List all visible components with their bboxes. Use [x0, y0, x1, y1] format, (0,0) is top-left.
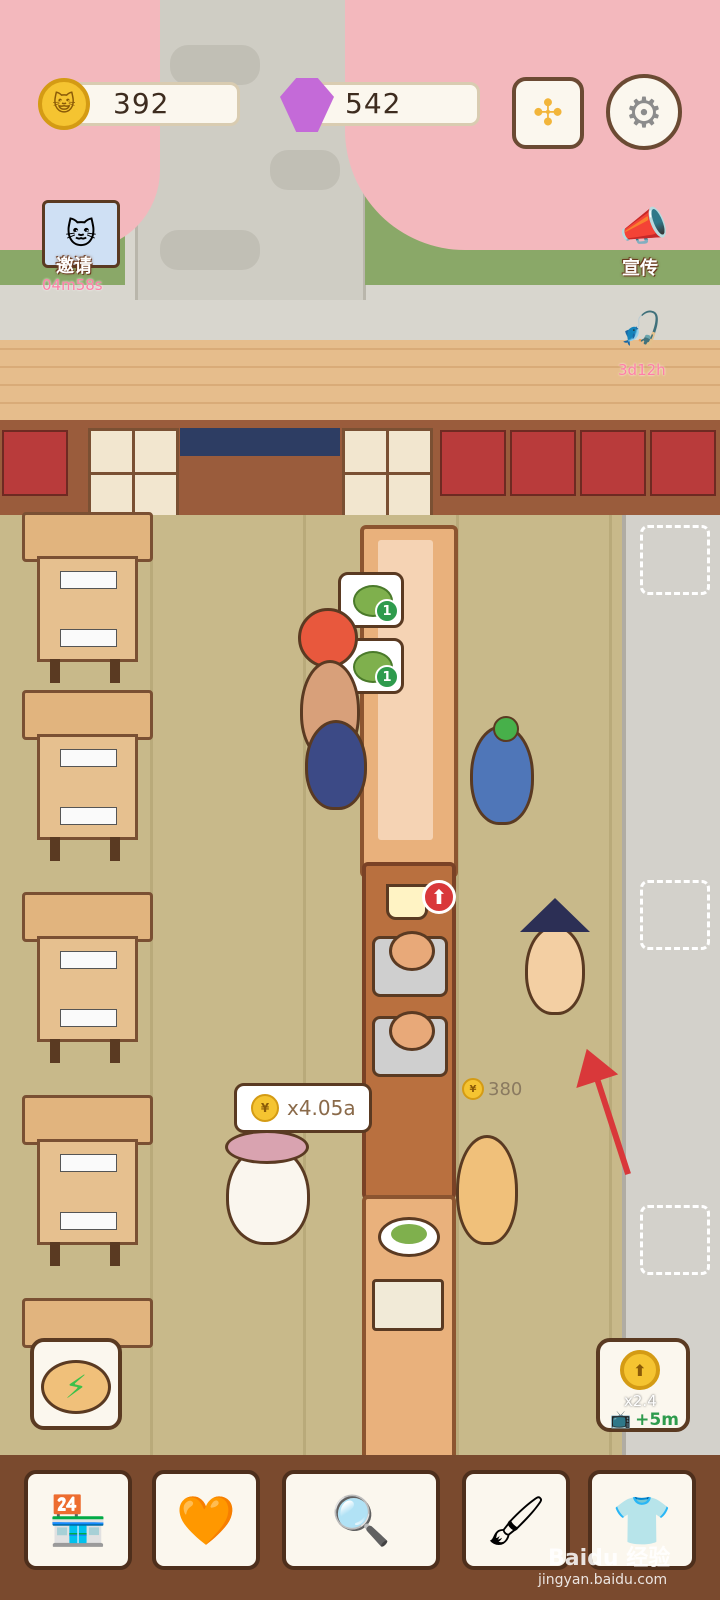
nav-recipes-button[interactable]: 🔍 [282, 1470, 440, 1570]
red-curtain-panel [580, 430, 646, 496]
dining-table[interactable] [22, 512, 153, 687]
watermark-url: jingyan.baidu.com [538, 1572, 668, 1588]
fishing-timer: 3d12h [618, 361, 666, 379]
settings-button[interactable]: ⚙ [606, 74, 682, 150]
shop-icon: 🏪 [48, 1492, 108, 1549]
floor-coin-value: 380 [488, 1078, 523, 1100]
prep-counter [362, 1195, 456, 1463]
empty-slot[interactable] [640, 880, 710, 950]
nav-cats-button[interactable]: 🧡 [152, 1470, 260, 1570]
teapot [389, 931, 435, 971]
nav-shop-button[interactable]: 🏪 [24, 1470, 132, 1570]
shoji-window [342, 428, 433, 519]
red-curtain-panel [650, 430, 716, 496]
upgrade-arrow-icon[interactable]: ⬆ [422, 880, 456, 914]
paw-heart-icon: 🧡 [176, 1492, 236, 1549]
empty-slot[interactable] [640, 1205, 710, 1275]
shoji-window [88, 428, 179, 519]
floor-coin[interactable]: ¥ 380 [462, 1078, 522, 1100]
tea-cup [386, 884, 428, 920]
witch-hat-cat[interactable] [520, 898, 590, 1015]
income-boost-button[interactable]: ⬆ x2.4 📺 +5m [596, 1338, 690, 1432]
fishing-button[interactable]: 🎣 3d12h [606, 305, 676, 385]
promo-button[interactable]: 📣 宣传 [604, 200, 684, 285]
coin-up-icon: ⬆ [620, 1350, 660, 1390]
blue-kimono-cat[interactable] [305, 720, 367, 810]
paint-roller-icon: 🖌 [485, 1492, 547, 1549]
red-curtain-panel [510, 430, 576, 496]
cutting-board [372, 1279, 444, 1331]
collapse-button[interactable]: ✣ [512, 77, 584, 149]
path-stone [160, 230, 260, 270]
boost-multiplier: x2.4 [624, 1392, 657, 1410]
dining-table[interactable] [22, 892, 153, 1067]
path-stone [170, 45, 260, 85]
invite-timer: 04m58s [42, 276, 103, 294]
earnings-bubble: ¥ x4.05a [234, 1083, 372, 1133]
order-count-badge: 1 [375, 665, 399, 689]
cat-coin-icon: ¥ [251, 1094, 279, 1122]
empty-slot[interactable] [640, 525, 710, 595]
energy-boost-button[interactable]: ⚡ [30, 1338, 122, 1430]
stove [372, 931, 448, 997]
fishing-rod-icon: 🎣 [619, 310, 663, 350]
noren-banner [180, 428, 340, 456]
gem-counter: 542 [310, 82, 480, 126]
gear-icon: ⚙ [625, 87, 663, 137]
magnifier-newspaper-icon: 🔍 [331, 1492, 391, 1549]
coin-count: 392 [113, 87, 170, 120]
red-hat-cat[interactable] [298, 608, 358, 668]
red-curtain-panel [440, 430, 506, 496]
conveyor-rail [622, 515, 720, 1455]
orange-chef-cat[interactable] [456, 1135, 518, 1245]
salad-plate [378, 1217, 440, 1257]
dining-table[interactable] [22, 1095, 153, 1270]
stove [372, 1011, 448, 1077]
waiter-cat[interactable] [470, 716, 534, 825]
earnings-multiplier: x4.05a [287, 1096, 356, 1120]
explorer-cat[interactable] [225, 1130, 310, 1245]
collapse-arrows-icon: ✣ [532, 92, 564, 134]
invite-label: 邀请 [56, 256, 92, 277]
tv-ad-icon: 📺 [610, 1410, 632, 1430]
order-count-badge: 1 [375, 599, 399, 623]
coin-counter: 392 [70, 82, 240, 126]
megaphone-icon: 📣 [619, 203, 669, 250]
invite-button[interactable]: 🐱 邀请 04m58s [42, 200, 120, 294]
watermark-text: Baidu 经验 [548, 1546, 671, 1571]
teapot [389, 1011, 435, 1051]
dining-table[interactable] [22, 690, 153, 865]
boost-duration: +5m [635, 1410, 679, 1430]
promo-label: 宣传 [622, 258, 658, 279]
path-stone [270, 150, 340, 190]
lightning-icon: ⚡ [41, 1360, 111, 1414]
cat-coin-icon: 😺 [38, 78, 90, 130]
cat-coin-icon: ¥ [462, 1078, 484, 1100]
gem-count: 542 [345, 87, 402, 120]
red-curtain-panel [2, 430, 68, 496]
